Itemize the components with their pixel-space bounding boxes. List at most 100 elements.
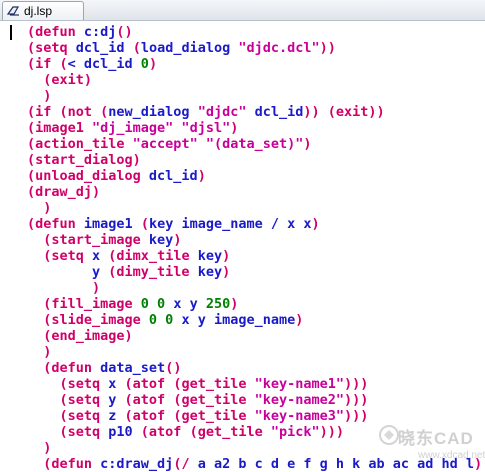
code-line: (action_tile "accept" "(data_set)") xyxy=(27,136,312,152)
code-token: (end_image) xyxy=(27,328,133,344)
code-token: y xyxy=(108,392,125,408)
code-line: (setq z (atof (get_tile "key-name3"))) xyxy=(27,408,369,424)
code-token: key xyxy=(148,232,174,248)
code-token: "dj_image" "djsl" xyxy=(92,120,231,136)
code-line: (defun c:dj() xyxy=(27,24,133,40)
code-line: ) xyxy=(27,200,51,216)
code-line: (defun c:draw_dj(/ a a2 b c d e f g h k … xyxy=(27,456,482,472)
code-line: (draw_dj) xyxy=(27,184,100,200)
tab-bar: dj.lsp xyxy=(0,0,485,21)
code-token: x xyxy=(108,376,125,392)
code-token: ))) xyxy=(344,376,369,392)
code-token: dcl_id xyxy=(254,104,304,120)
code-token: ))) xyxy=(344,392,369,408)
code-line: (if (not (new_dialog "djdc" dcl_id)) (ex… xyxy=(27,104,385,120)
code-token: 0 0 xyxy=(140,296,174,312)
code-token: (action_tile xyxy=(27,136,133,152)
code-token: () xyxy=(165,360,182,376)
code-token: "pick" xyxy=(270,424,320,440)
code-token: ))) xyxy=(319,424,345,440)
code-token: (defun xyxy=(27,216,84,232)
code-line: (exit) xyxy=(27,72,92,88)
code-line: (setq p10 (atof (get_tile "pick"))) xyxy=(27,424,345,440)
code-token: (/ xyxy=(173,456,198,472)
code-token: x y xyxy=(173,296,206,312)
code-line: ) xyxy=(27,88,51,104)
code-token: )) xyxy=(319,40,336,56)
code-token: (defun xyxy=(27,24,84,40)
code-token: ))) xyxy=(344,408,369,424)
lisp-file-icon xyxy=(7,5,21,17)
code-line: (defun data_set() xyxy=(27,360,181,376)
code-line: ) xyxy=(27,344,51,360)
code-token: 250 xyxy=(205,296,231,312)
code-token: (atof (get_tile xyxy=(124,376,255,392)
code-token: "djdc.dcl" xyxy=(238,40,320,56)
code-token: ) xyxy=(27,280,101,296)
code-token: dcl_id xyxy=(148,168,198,184)
code-token: p10 xyxy=(108,424,141,440)
code-line: (setq x (dimx_tile key) xyxy=(27,248,230,264)
code-token: (image1 xyxy=(27,120,93,136)
code-token: (atof (get_tile xyxy=(124,408,255,424)
code-token: new_dialog xyxy=(108,104,198,120)
code-token: () xyxy=(116,24,133,40)
code-token: ) xyxy=(173,232,182,248)
code-token: ) xyxy=(148,56,158,72)
code-token: c:dj xyxy=(83,24,117,40)
code-token: (if ( xyxy=(27,56,68,72)
code-line: (end_image) xyxy=(27,328,133,344)
tab-label: dj.lsp xyxy=(24,4,53,18)
code-token: (start_dialog) xyxy=(27,152,141,168)
code-token: (defun xyxy=(27,456,101,472)
code-lines: (defun c:dj() (setq dcl_id (load_dialog "… xyxy=(0,21,485,472)
code-line: y (dimy_tile key) xyxy=(27,264,230,280)
code-token: ) xyxy=(311,216,320,232)
code-token: ) xyxy=(295,312,304,328)
code-token: (dimy_tile xyxy=(108,264,198,280)
code-token: image1 xyxy=(83,216,141,232)
code-token: (setq xyxy=(27,376,109,392)
code-token: < dcl_id xyxy=(67,56,141,72)
code-line: (start_dialog) xyxy=(27,152,141,168)
code-token: data_set xyxy=(100,360,166,376)
code-token: key xyxy=(197,264,223,280)
code-token: )) (exit)) xyxy=(303,104,385,120)
code-token: x xyxy=(92,248,109,264)
code-line: (if (< dcl_id 0) xyxy=(27,56,157,72)
code-token: ) xyxy=(197,168,206,184)
code-token: key image_name / x x xyxy=(148,216,312,232)
code-token: 0 xyxy=(140,56,149,72)
code-token: ) xyxy=(303,136,312,152)
code-token: ) xyxy=(474,456,483,472)
code-token: (exit) xyxy=(27,72,93,88)
code-token: dcl_id xyxy=(75,40,133,56)
code-line: (start_image key) xyxy=(27,232,181,248)
code-token: (defun xyxy=(27,360,101,376)
code-token: ) xyxy=(222,264,231,280)
code-token: ) xyxy=(230,296,239,312)
code-line: (defun image1 (key image_name / x x) xyxy=(27,216,320,232)
code-line: (image1 "dj_image" "djsl") xyxy=(27,120,238,136)
code-line: ) xyxy=(27,440,51,456)
code-token: key xyxy=(197,248,223,264)
code-token: (setq xyxy=(27,392,109,408)
code-token: 0 0 xyxy=(148,312,182,328)
code-token: "djdc" xyxy=(197,104,255,120)
tab-dj-lsp[interactable]: dj.lsp xyxy=(2,1,84,20)
code-line: (unload_dialog dcl_id) xyxy=(27,168,206,184)
code-token: ) xyxy=(230,120,239,136)
code-token: y xyxy=(27,264,109,280)
code-token: (start_image xyxy=(27,232,149,248)
code-token: ) xyxy=(27,88,52,104)
code-token: (draw_dj) xyxy=(27,184,101,200)
code-token: (atof (get_tile xyxy=(140,424,271,440)
code-token: ( xyxy=(140,216,149,232)
code-token: (setq xyxy=(27,408,109,424)
code-token: (dimx_tile xyxy=(108,248,198,264)
code-token: ) xyxy=(222,248,231,264)
code-editor[interactable]: (defun c:dj() (setq dcl_id (load_dialog "… xyxy=(0,21,485,472)
code-token: (unload_dialog xyxy=(27,168,149,184)
code-line: (setq y (atof (get_tile "key-name2"))) xyxy=(27,392,369,408)
code-token: (setq xyxy=(27,40,76,56)
